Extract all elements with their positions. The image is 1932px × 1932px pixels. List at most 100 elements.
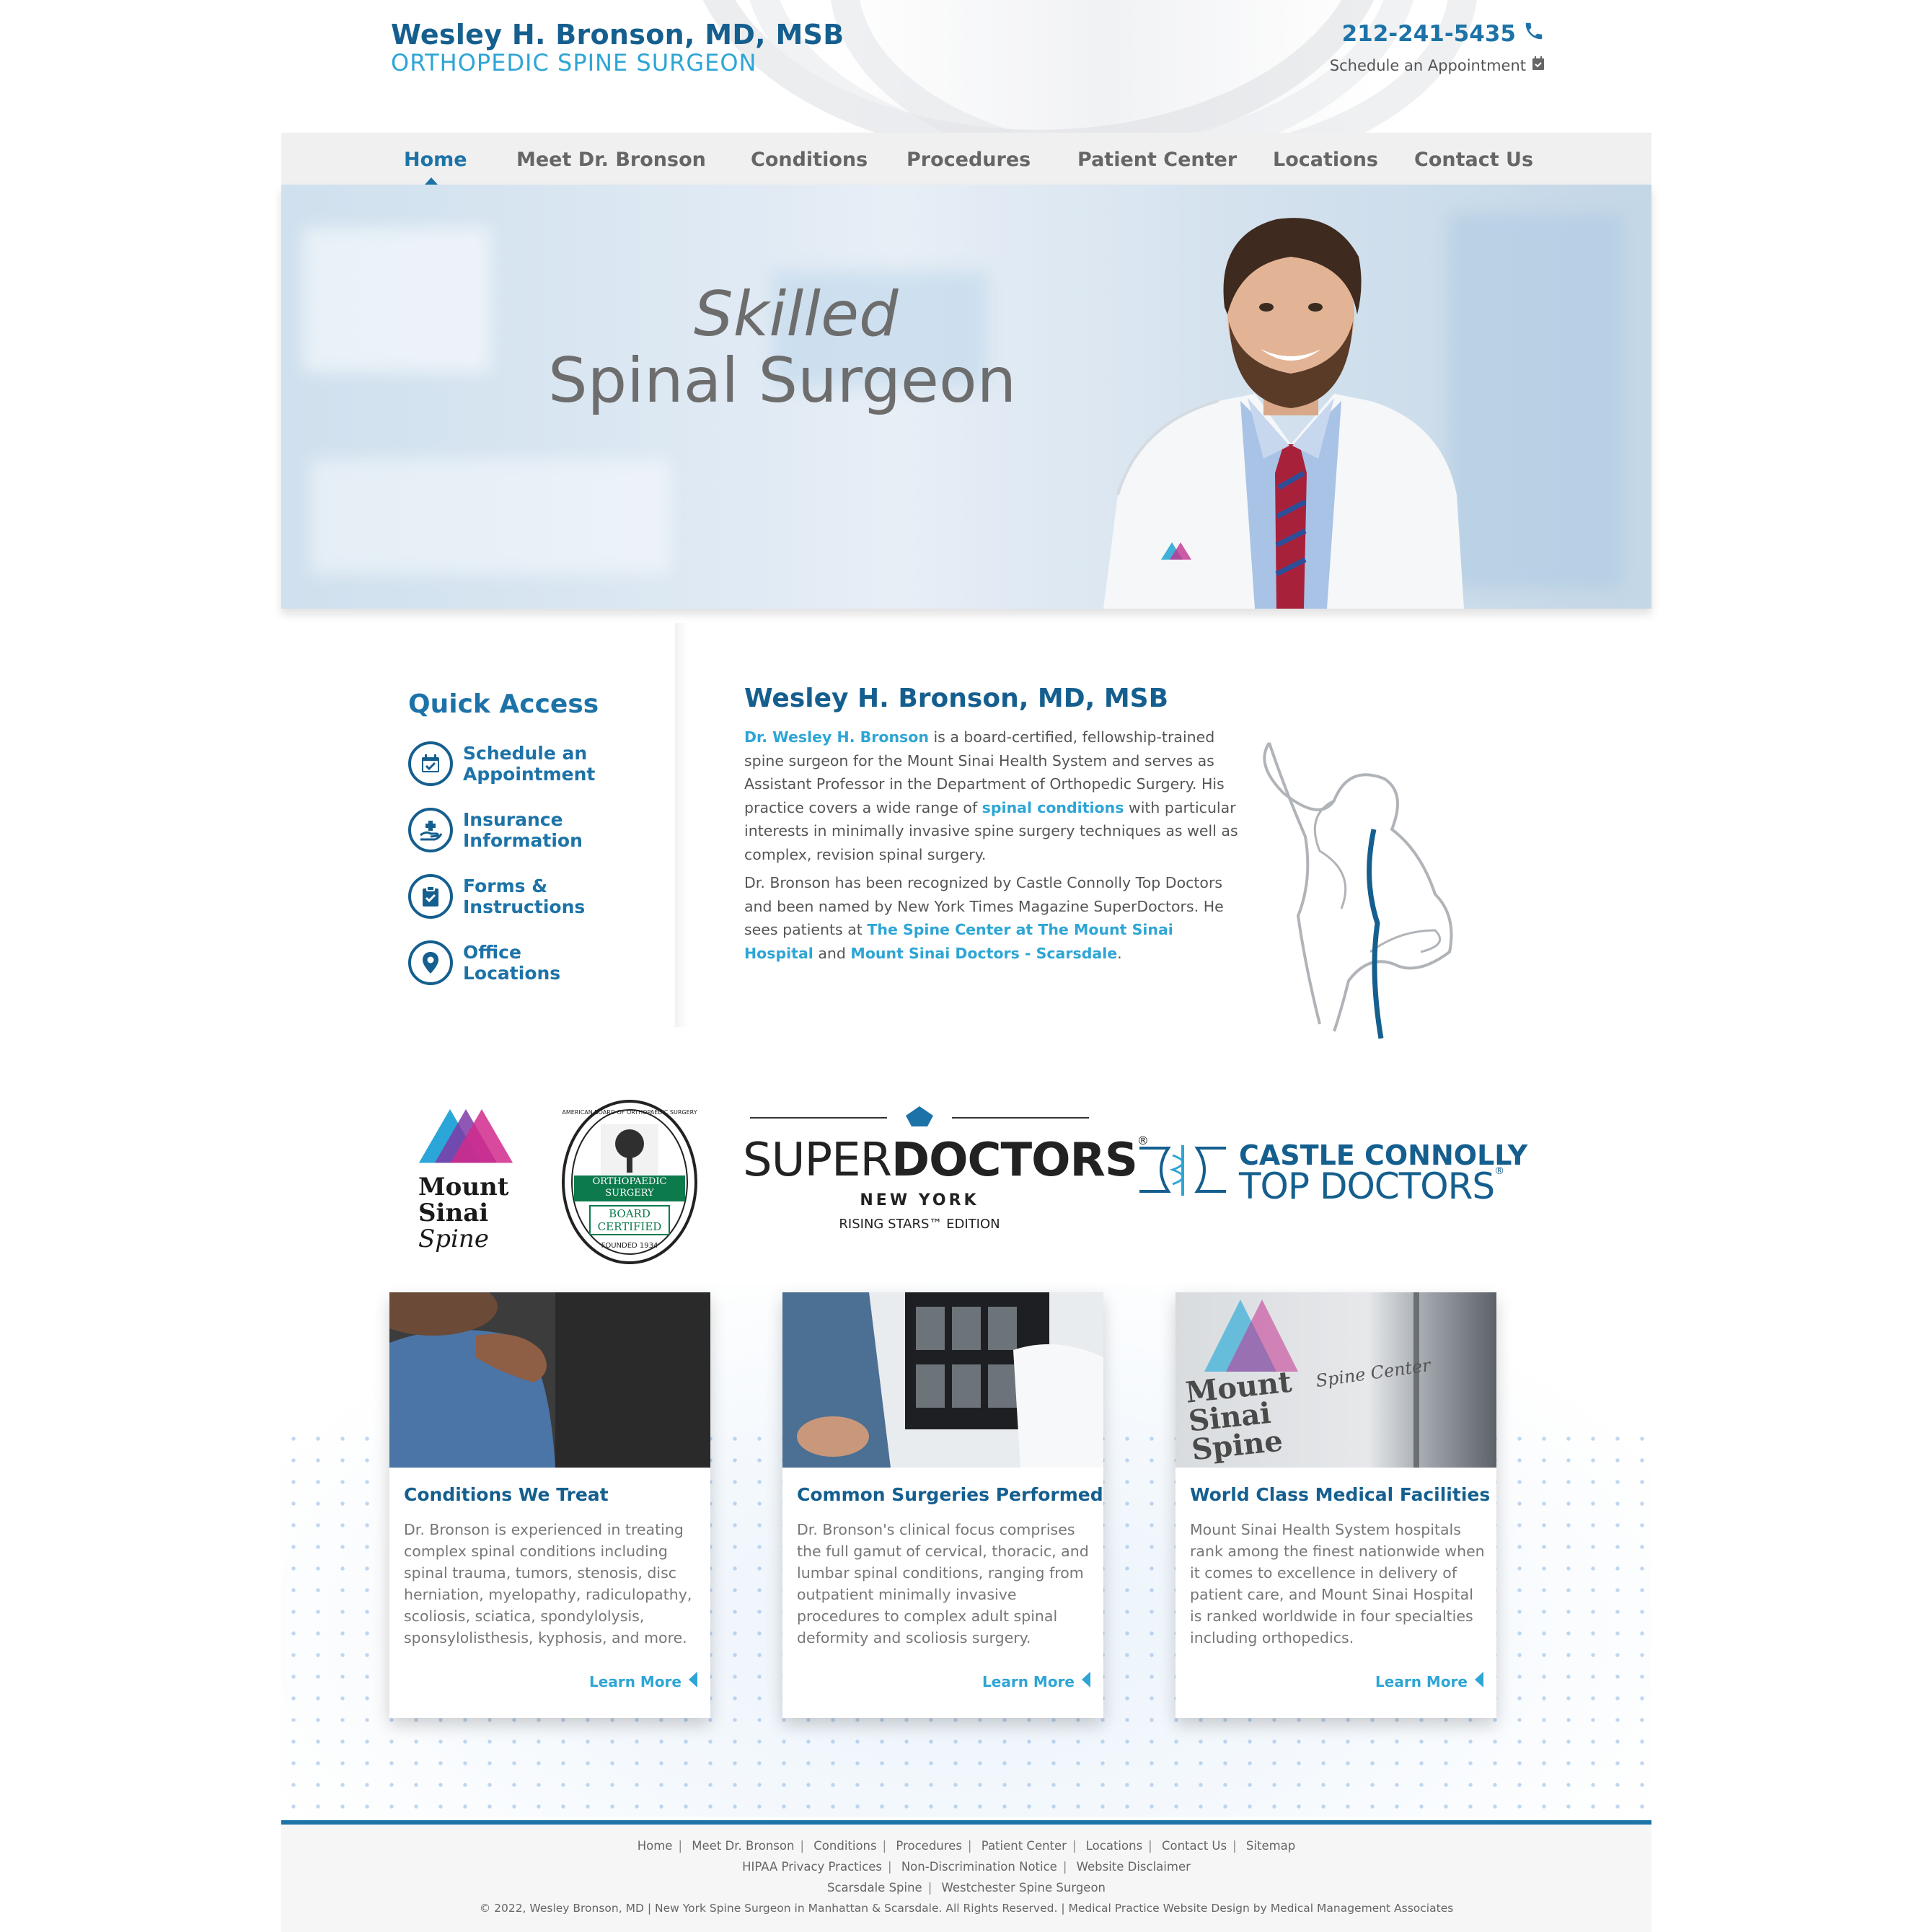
card-surgeries: Common Surgeries Performed Dr. Bronson's… xyxy=(782,1292,1103,1718)
superdoctors-region: NEW YORK xyxy=(860,1191,979,1209)
quick-access-forms[interactable]: Forms & Instructions xyxy=(408,874,607,919)
quick-access-title: Quick Access xyxy=(408,689,599,719)
abos-board-certified-seal: ORTHOPAEDIC SURGERY BOARD CERTIFIED FOUN… xyxy=(561,1099,698,1265)
learn-more-link[interactable]: Learn More xyxy=(1375,1672,1483,1691)
card-title[interactable]: Common Surgeries Performed xyxy=(797,1484,1103,1505)
affiliation-logos: Mount Sinai Spine ORTHOPAEDIC SURGERY BO xyxy=(281,1089,1651,1269)
card-image-xray-review xyxy=(782,1292,1103,1468)
intro-paragraph-1: Dr. Wesley H. Bronson is a board-certifi… xyxy=(744,728,1238,863)
brand-subtitle: ORTHOPEDIC SPINE SURGEON xyxy=(391,49,757,76)
footer-link-contact[interactable]: Contact Us xyxy=(1162,1839,1227,1853)
quick-access-label[interactable]: Insurance Information xyxy=(463,809,607,851)
intro-paragraph-2: Dr. Bronson has been recognized by Castl… xyxy=(744,874,1224,962)
mount-sinai-line1: Mount xyxy=(418,1173,509,1201)
nav-conditions[interactable]: Conditions xyxy=(751,149,868,171)
map-pin-icon xyxy=(408,940,453,985)
schedule-label[interactable]: Schedule an Appointment xyxy=(1330,57,1526,74)
triangle-left-icon xyxy=(1082,1672,1090,1691)
footer-link-home[interactable]: Home xyxy=(638,1839,673,1853)
nav-meet-dr-bronson[interactable]: Meet Dr. Bronson xyxy=(516,149,706,171)
castle-connolly-line2: TOP DOCTORS xyxy=(1239,1165,1495,1207)
nav-procedures[interactable]: Procedures xyxy=(907,149,1031,171)
calendar-check-icon xyxy=(408,741,453,786)
footer-link-westchester[interactable]: Westchester Spine Surgeon xyxy=(942,1881,1106,1894)
card-text: Dr. Bronson's clinical focus comprises t… xyxy=(797,1521,1089,1646)
brand-name[interactable]: Wesley H. Bronson, MD, MSB xyxy=(391,19,844,50)
hand-plus-icon xyxy=(408,808,453,852)
footer-link-scarsdale[interactable]: Scarsdale Spine xyxy=(827,1881,922,1894)
page: Wesley H. Bronson, MD, MSB ORTHOPEDIC SP… xyxy=(281,0,1651,1932)
superdoctors-logo: SUPERDOCTORS® NEW YORK RISING STARS™ EDI… xyxy=(743,1105,1149,1263)
mount-sinai-mark-icon xyxy=(418,1109,513,1165)
footer-link-meet[interactable]: Meet Dr. Bronson xyxy=(692,1839,794,1853)
footer-link-conditions[interactable]: Conditions xyxy=(813,1839,876,1853)
spine-illustration xyxy=(1263,741,1453,1039)
card-text: Mount Sinai Health System hospitals rank… xyxy=(1190,1521,1485,1646)
abos-certified: CERTIFIED xyxy=(597,1220,662,1233)
card-text: Dr. Bronson is experienced in treating c… xyxy=(404,1521,692,1646)
doctor-portrait xyxy=(1103,218,1464,609)
abos-ring-text: AMERICAN BOARD OF ORTHOPAEDIC SURGERY xyxy=(562,1109,697,1116)
abos-band-line2: SURGERY xyxy=(605,1188,654,1199)
triangle-left-icon xyxy=(689,1672,697,1691)
clipboard-check-icon xyxy=(408,874,453,919)
scarsdale-link[interactable]: Mount Sinai Doctors - Scarsdale xyxy=(850,945,1117,962)
footer-link-locations[interactable]: Locations xyxy=(1086,1839,1142,1853)
footer-link-procedures[interactable]: Procedures xyxy=(896,1839,962,1853)
card-image-neck-pain xyxy=(389,1292,710,1468)
hero-bg-blur xyxy=(310,459,671,574)
triangle-left-icon xyxy=(1475,1672,1483,1691)
quick-access-label[interactable]: Forms & Instructions xyxy=(463,875,607,917)
hero-banner: Skilled Spinal Surgeon xyxy=(281,185,1651,609)
quick-access-locations[interactable]: Office Locations xyxy=(408,940,607,985)
nav-contact-us[interactable]: Contact Us xyxy=(1414,149,1533,171)
site-header: Wesley H. Bronson, MD, MSB ORTHOPEDIC SP… xyxy=(281,0,1651,133)
abos-band-line1: ORTHOPAEDIC xyxy=(592,1176,667,1187)
section-divider xyxy=(675,623,688,1027)
learn-more-link[interactable]: Learn More xyxy=(589,1672,697,1691)
footer-nav-row1: Home | Meet Dr. Bronson | Conditions | Proc… xyxy=(637,1839,1296,1853)
castle-connolly-registered: ® xyxy=(1494,1165,1504,1177)
schedule-link[interactable]: Schedule an Appointment xyxy=(1330,56,1545,74)
footer-link-patient-center[interactable]: Patient Center xyxy=(982,1839,1067,1853)
nav-patient-center[interactable]: Patient Center xyxy=(1077,149,1237,171)
footer-nav-row2: HIPAA Privacy Practices | Non-Discriminat… xyxy=(742,1860,1191,1874)
quick-access-schedule[interactable]: Schedule an Appointment xyxy=(408,741,607,786)
site-footer: Home | Meet Dr. Bronson | Conditions | Proc… xyxy=(281,1825,1651,1932)
card-title[interactable]: World Class Medical Facilities xyxy=(1190,1484,1490,1505)
nav-home[interactable]: Home xyxy=(404,149,467,171)
quick-access-insurance[interactable]: Insurance Information xyxy=(408,808,607,852)
quick-access-label[interactable]: Schedule an Appointment xyxy=(463,743,607,785)
nav-active-indicator xyxy=(425,177,438,185)
abos-board: BOARD xyxy=(609,1207,650,1220)
superdoctors-edition: RISING STARS™ EDITION xyxy=(839,1217,1000,1232)
phone-link[interactable]: 212-241-5435 xyxy=(1342,20,1545,48)
footer-link-nondiscrimination[interactable]: Non-Discrimination Notice xyxy=(901,1860,1057,1874)
mount-sinai-spine-logo: Mount Sinai Spine xyxy=(418,1102,519,1261)
superdoctors-super: SUPER xyxy=(743,1134,892,1187)
spinal-conditions-link[interactable]: spinal conditions xyxy=(982,799,1124,816)
hero-title-line1: Skilled xyxy=(694,278,899,350)
superdoctors-mark-icon xyxy=(750,1106,1089,1126)
main-nav: Home Meet Dr. Bronson Conditions Procedu… xyxy=(281,133,1651,185)
calendar-icon xyxy=(1532,56,1545,74)
card-title[interactable]: Conditions We Treat xyxy=(404,1484,609,1505)
mount-sinai-line3: Spine xyxy=(418,1225,489,1253)
card-conditions: Conditions We Treat Dr. Bronson is exper… xyxy=(389,1292,710,1718)
hero-title-line2: Spinal Surgeon xyxy=(548,345,1017,417)
footer-copyright: © 2022, Wesley Bronson, MD | New York Sp… xyxy=(479,1902,1454,1915)
card-facilities: Mount Sinai Spine Spine Center World Cla… xyxy=(1175,1292,1496,1718)
nav-locations[interactable]: Locations xyxy=(1273,149,1378,171)
footer-link-sitemap[interactable]: Sitemap xyxy=(1246,1839,1295,1853)
footer-link-hipaa[interactable]: HIPAA Privacy Practices xyxy=(742,1860,882,1874)
footer-nav-row3: Scarsdale Spine | Westchester Spine Surge… xyxy=(826,1881,1106,1894)
dr-bronson-link[interactable]: Dr. Wesley H. Bronson xyxy=(744,728,929,746)
footer-link-disclaimer[interactable]: Website Disclaimer xyxy=(1077,1860,1191,1874)
castle-connolly-logo: CASTLE CONNOLLY TOP DOCTORS® xyxy=(1132,1139,1527,1226)
phone-icon xyxy=(1523,20,1545,48)
learn-more-link[interactable]: Learn More xyxy=(982,1672,1090,1691)
phone-number[interactable]: 212-241-5435 xyxy=(1342,21,1516,47)
card-image-facility: Mount Sinai Spine Spine Center xyxy=(1175,1292,1496,1468)
mount-sinai-line2: Sinai xyxy=(418,1199,489,1227)
quick-access-label[interactable]: Office Locations xyxy=(463,942,607,984)
